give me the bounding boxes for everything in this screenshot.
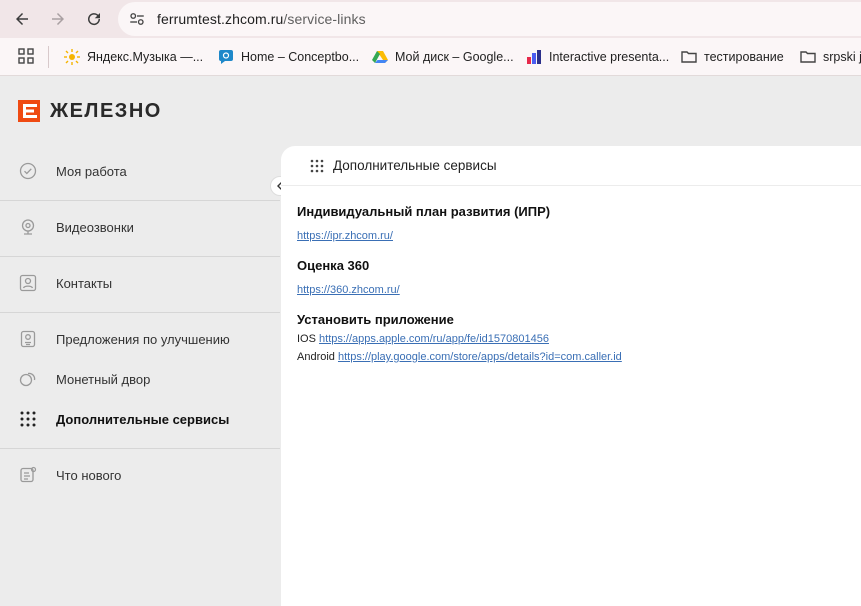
conceptboard-icon	[219, 50, 233, 64]
arrow-right-icon	[52, 13, 64, 25]
android-link[interactable]: https://play.google.com/store/apps/detai…	[338, 351, 622, 363]
bookmark-google-drive[interactable]: Мой диск – Google...	[372, 48, 514, 66]
sidebar-item-whats-new[interactable]: Что нового	[0, 455, 280, 495]
bookmark-interactive-presentation[interactable]: Interactive presenta...	[526, 48, 669, 66]
sidebar-item-contacts[interactable]: Контакты	[0, 263, 280, 303]
grid-dots-icon	[310, 159, 324, 173]
reload-button[interactable]	[82, 7, 106, 31]
apps-grid-icon[interactable]	[18, 48, 34, 64]
sidebar-item-label: Моя работа	[56, 163, 127, 179]
bookmark-label: Яндекс.Музыка —...	[87, 50, 204, 64]
sidebar-divider	[0, 256, 280, 257]
service-title: Оценка 360	[297, 258, 370, 273]
page-title: Дополнительные сервисы	[333, 158, 497, 173]
sidebar-item-label: Контакты	[56, 275, 113, 291]
folder-icon	[800, 51, 816, 63]
service-link[interactable]: https://ipr.zhcom.ru/	[297, 230, 393, 242]
sidebar-divider	[0, 448, 280, 449]
sidebar-divider	[0, 312, 280, 313]
contact-card-icon	[19, 274, 37, 292]
sidebar-item-my-work[interactable]: Моя работа	[0, 151, 280, 191]
service-title: Индивидуальный план развития (ИПР)	[297, 204, 551, 219]
ios-label: IOS	[297, 333, 316, 345]
sidebar-item-label: Предложения по улучшению	[56, 331, 230, 347]
bookmark-label: Мой диск – Google...	[395, 50, 514, 64]
bookmark-conceptboard[interactable]: Home – Conceptbo...	[218, 48, 359, 66]
android-row: Android https://play.google.com/store/ap…	[297, 351, 622, 363]
back-button[interactable]	[10, 7, 34, 31]
bookmark-yandex-music[interactable]: Яндекс.Музыка —...	[64, 48, 203, 66]
arrow-left-icon	[16, 13, 28, 25]
logo-text: ЖЕЛЕЗНО	[50, 99, 162, 122]
service-360: Оценка 360 https://360.zhcom.ru/	[297, 258, 400, 298]
bookmark-label: Home – Conceptbo...	[241, 50, 360, 64]
site-settings-icon[interactable]	[128, 10, 146, 28]
logo[interactable]: ЖЕЛЕЗНО	[18, 99, 162, 123]
service-link[interactable]: https://360.zhcom.ru/	[297, 284, 400, 296]
service-ipr: Индивидуальный план развития (ИПР) https…	[297, 204, 550, 244]
suggestion-icon	[20, 330, 36, 348]
sidebar-item-additional-services[interactable]: Дополнительные сервисы	[0, 399, 280, 439]
panel-header: Дополнительные сервисы	[281, 146, 861, 186]
android-label: Android	[297, 351, 335, 363]
presentation-icon	[527, 50, 541, 64]
ios-row: IOS https://apps.apple.com/ru/app/fe/id1…	[297, 333, 622, 345]
sidebar-item-label: Что нового	[56, 467, 122, 483]
main-panel: Дополнительные сервисы Индивидуальный пл…	[281, 146, 861, 606]
app-root: ЖЕЛЕЗНО Моя работа Видеозвонки Контакты …	[0, 77, 861, 606]
bookmark-label: Interactive presenta...	[549, 50, 670, 64]
url-path: /service-links	[283, 11, 366, 27]
url-host: ferrumtest.zhcom.ru	[157, 11, 284, 27]
browser-toolbar: ferrumtest.zhcom.ru/service-links	[0, 0, 861, 38]
check-circle-icon	[19, 162, 37, 180]
address-bar[interactable]: ferrumtest.zhcom.ru/service-links	[118, 2, 861, 36]
sidebar-item-mint[interactable]: Монетный двор	[0, 359, 280, 399]
sidebar-item-suggestions[interactable]: Предложения по улучшению	[0, 319, 280, 359]
bookmark-label: srpski j	[823, 50, 861, 64]
reload-icon	[88, 13, 101, 26]
folder-icon	[681, 51, 697, 63]
webcam-icon	[21, 219, 35, 235]
bookmarks-separator	[48, 46, 49, 68]
forward-button[interactable]	[46, 7, 70, 31]
sidebar-divider	[0, 200, 280, 201]
sidebar-item-label: Дополнительные сервисы	[56, 411, 230, 427]
bookmark-folder-testing[interactable]: тестирование	[681, 48, 784, 66]
bookmarks-bar: Яндекс.Музыка —... Home – Conceptbo... М…	[0, 38, 861, 76]
coins-icon	[19, 372, 36, 387]
service-install-app: Установить приложение IOS https://apps.a…	[297, 312, 622, 363]
grid-dots-icon	[20, 411, 36, 427]
url-text[interactable]: ferrumtest.zhcom.ru/service-links	[157, 11, 366, 27]
sidebar-item-video-calls[interactable]: Видеозвонки	[0, 207, 280, 247]
bookmark-folder-srpski[interactable]: srpski j	[800, 48, 861, 66]
news-icon	[20, 466, 37, 483]
ios-link[interactable]: https://apps.apple.com/ru/app/fe/id15708…	[319, 333, 549, 345]
google-drive-icon	[372, 51, 388, 63]
sidebar-item-label: Монетный двор	[56, 371, 151, 387]
bookmark-label: тестирование	[704, 50, 784, 64]
zhelezno-logo-icon	[18, 100, 40, 122]
service-title: Установить приложение	[297, 312, 454, 327]
yandex-music-icon	[64, 49, 80, 65]
sidebar-item-label: Видеозвонки	[56, 219, 134, 235]
